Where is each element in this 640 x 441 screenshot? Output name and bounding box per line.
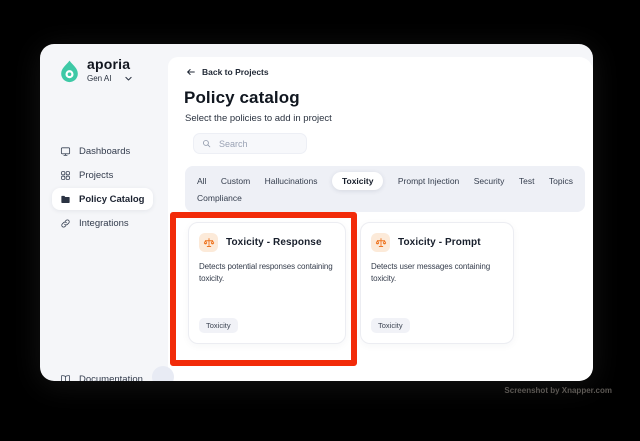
book-icon — [61, 375, 70, 381]
policy-card-toxicity-response[interactable]: Toxicity - Response Detects potential re… — [188, 222, 346, 344]
sidebar-item-label: Policy Catalog — [79, 193, 145, 205]
sidebar-item-label: Projects — [79, 169, 114, 181]
card-description: Detects potential responses containing t… — [199, 262, 333, 284]
tab-topics[interactable]: Topics — [549, 173, 573, 189]
app-window: aporia Gen AI Dashboards Projects Policy… — [40, 44, 593, 381]
sidebar-item-policy-catalog[interactable]: Policy Catalog — [52, 188, 153, 210]
tab-compliance[interactable]: Compliance — [197, 190, 242, 206]
brand: aporia Gen AI — [59, 57, 133, 85]
card-header: Toxicity - Prompt — [371, 233, 503, 252]
tab-security[interactable]: Security — [474, 173, 505, 189]
search-bar[interactable] — [193, 133, 307, 154]
card-header: Toxicity - Response — [199, 233, 335, 252]
sidebar-item-documentation[interactable]: Documentation — [60, 374, 143, 381]
folder-icon — [61, 195, 70, 203]
sidebar-item-dashboards[interactable]: Dashboards — [52, 140, 153, 162]
back-link-label: Back to Projects — [202, 67, 269, 77]
page-title: Policy catalog — [184, 88, 300, 107]
sidebar-item-label: Dashboards — [79, 145, 131, 157]
tab-prompt-injection[interactable]: Prompt Injection — [398, 173, 459, 189]
tab-row-2: Compliance — [197, 190, 573, 206]
chevron-down-icon — [125, 76, 133, 81]
card-title: Toxicity - Response — [226, 237, 322, 248]
tab-all[interactable]: All — [197, 173, 206, 189]
tab-toxicity[interactable]: Toxicity — [331, 171, 384, 190]
tab-hallucinations[interactable]: Hallucinations — [265, 173, 318, 189]
link-icon — [61, 219, 70, 227]
sidebar-item-label: Documentation — [79, 374, 143, 381]
search-icon — [203, 140, 211, 148]
sidebar-item-projects[interactable]: Projects — [52, 164, 153, 186]
floating-button[interactable] — [152, 366, 174, 381]
watermark-text: Screenshot by Xnapper.com — [504, 386, 612, 395]
workspace-name: Gen AI — [87, 74, 112, 83]
tab-custom[interactable]: Custom — [221, 173, 250, 189]
scales-icon — [371, 233, 390, 252]
sidebar: aporia Gen AI Dashboards Projects Policy… — [40, 44, 168, 381]
card-tag-badge: Toxicity — [371, 318, 410, 333]
policy-card-toxicity-prompt[interactable]: Toxicity - Prompt Detects user messages … — [360, 222, 514, 344]
brand-name: aporia — [87, 56, 131, 72]
sidebar-item-integrations[interactable]: Integrations — [52, 212, 153, 234]
brand-text: aporia Gen AI — [87, 57, 133, 83]
filter-tabs: All Custom Hallucinations Toxicity Promp… — [185, 166, 585, 212]
arrow-left-icon — [187, 69, 195, 75]
sidebar-item-label: Integrations — [79, 217, 129, 229]
dashboards-icon — [60, 146, 71, 156]
main-panel: Back to Projects Policy catalog Select t… — [168, 57, 593, 381]
page-subtitle: Select the policies to add in project — [185, 113, 332, 124]
projects-icon — [61, 170, 70, 180]
card-tag-badge: Toxicity — [199, 318, 238, 333]
sidebar-nav: Dashboards Projects Policy Catalog Integ… — [52, 140, 153, 236]
card-description: Detects user messages containing toxicit… — [371, 262, 491, 284]
workspace-switcher[interactable]: Gen AI — [87, 74, 133, 83]
tab-test[interactable]: Test — [519, 173, 535, 189]
tab-row-1: All Custom Hallucinations Toxicity Promp… — [197, 171, 573, 190]
scales-icon — [199, 233, 218, 252]
card-title: Toxicity - Prompt — [398, 237, 481, 248]
aporia-logo-icon — [61, 60, 78, 83]
search-input[interactable] — [217, 137, 301, 150]
back-to-projects-link[interactable]: Back to Projects — [186, 67, 269, 77]
